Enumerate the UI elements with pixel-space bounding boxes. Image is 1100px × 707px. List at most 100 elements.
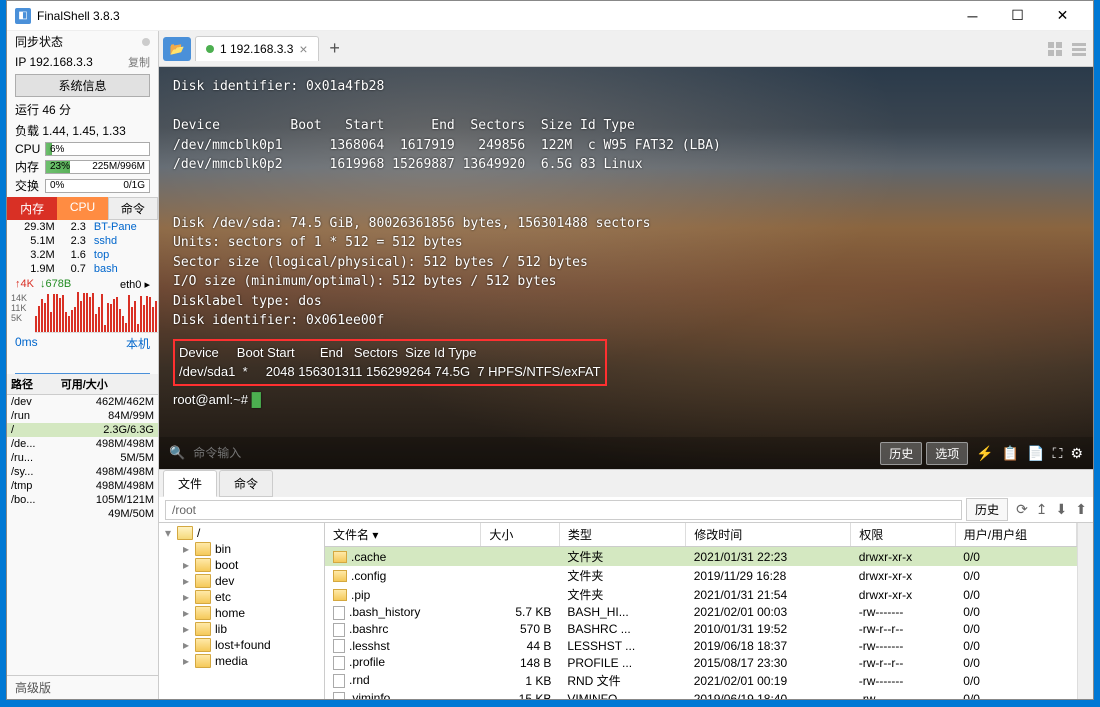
tree-node[interactable]: ▸lib	[179, 621, 322, 637]
disk-row[interactable]: /sy...498M/498M	[7, 465, 158, 479]
file-row[interactable]: .viminfo15 KBVIMINFO...2019/06/19 18:40-…	[325, 690, 1077, 699]
cursor-icon: █	[252, 392, 261, 407]
file-row[interactable]: .pip文件夹2021/01/31 21:54drwxr-xr-x0/0	[325, 585, 1077, 604]
disk-row[interactable]: /dev462M/462M	[7, 395, 158, 410]
net-iface[interactable]: eth0 ▸	[120, 278, 150, 291]
file-row[interactable]: .cache文件夹2021/01/31 22:23drwxr-xr-x0/0	[325, 547, 1077, 567]
tab-mem[interactable]: 内存	[7, 197, 57, 220]
refresh-icon[interactable]: ⟳	[1016, 501, 1028, 518]
disk-row[interactable]: /tmp498M/498M	[7, 479, 158, 493]
add-tab-button[interactable]: +	[323, 37, 347, 61]
process-row[interactable]: 5.1M2.3sshd	[7, 234, 158, 248]
column-header[interactable]: 大小	[481, 523, 559, 547]
mem-meter: 23%225M/996M	[45, 160, 150, 174]
status-dot-icon	[206, 45, 214, 53]
disk-row[interactable]: 49M/50M	[7, 507, 158, 521]
column-header[interactable]: 用户/用户组	[955, 523, 1076, 547]
folder-icon	[195, 654, 211, 668]
process-row[interactable]: 1.9M0.7bash	[7, 262, 158, 276]
sync-status-label: 同步状态	[15, 33, 138, 50]
file-row[interactable]: .bashrc570 BBASHRC ...2010/01/31 19:52-r…	[325, 621, 1077, 638]
tree-root[interactable]: ▾/	[161, 525, 322, 541]
file-row[interactable]: .config文件夹2019/11/29 16:28drwxr-xr-x0/0	[325, 566, 1077, 585]
tab-files[interactable]: 文件	[163, 470, 217, 497]
path-history-button[interactable]: 历史	[966, 498, 1008, 521]
tab-cpu[interactable]: CPU	[57, 197, 107, 220]
copy-icon[interactable]: 📄	[1027, 445, 1044, 462]
terminal-prompt: root@aml:~#	[173, 392, 252, 407]
minimize-button[interactable]: ─	[950, 1, 995, 31]
tree-node[interactable]: ▸boot	[179, 557, 322, 573]
disk-row[interactable]: /ru...5M/5M	[7, 451, 158, 465]
column-header[interactable]: 修改时间	[686, 523, 851, 547]
file-icon	[333, 623, 345, 637]
view-grid-icon[interactable]	[1047, 41, 1063, 57]
path-input[interactable]	[165, 500, 962, 520]
app-logo-icon: ◧	[15, 8, 31, 24]
scrollbar[interactable]	[1077, 523, 1093, 699]
file-icon	[333, 674, 345, 688]
fullscreen-icon[interactable]: ⛶	[1053, 445, 1063, 462]
folder-icon	[177, 526, 193, 540]
process-row[interactable]: 3.2M1.6top	[7, 248, 158, 262]
tab-commands[interactable]: 命令	[219, 470, 273, 497]
tab-cmd[interactable]: 命令	[108, 197, 158, 220]
search-icon[interactable]: 🔍	[169, 445, 185, 461]
column-header[interactable]: 文件名 ▾	[325, 523, 481, 547]
disk-row[interactable]: /run84M/99M	[7, 409, 158, 423]
close-button[interactable]: ✕	[1040, 1, 1085, 31]
options-button[interactable]: 选项	[926, 442, 968, 465]
folder-tree[interactable]: ▾/ ▸bin▸boot▸dev▸etc▸home▸lib▸lost+found…	[159, 523, 325, 699]
file-row[interactable]: .lesshst44 BLESSHST ...2019/06/18 18:37-…	[325, 638, 1077, 655]
folder-icon	[195, 638, 211, 652]
open-folder-button[interactable]: 📂	[163, 37, 191, 61]
edition-label: 高级版	[7, 675, 158, 699]
command-input[interactable]	[193, 446, 876, 460]
tree-node[interactable]: ▸home	[179, 605, 322, 621]
gear-icon[interactable]: ⚙	[1070, 445, 1083, 462]
disk-row[interactable]: /2.3G/6.3G	[7, 423, 158, 437]
column-header[interactable]: 权限	[851, 523, 956, 547]
sync-dot-icon	[142, 38, 150, 46]
swap-label: 交换	[15, 177, 45, 194]
window-title: FinalShell 3.8.3	[37, 9, 950, 23]
tree-node[interactable]: ▸etc	[179, 589, 322, 605]
tree-node[interactable]: ▸dev	[179, 573, 322, 589]
up-level-icon[interactable]: ↥	[1036, 501, 1048, 518]
process-row[interactable]: 29.3M2.3BT-Pane	[7, 220, 158, 234]
folder-icon	[195, 542, 211, 556]
system-info-button[interactable]: 系统信息	[15, 74, 150, 97]
session-tab[interactable]: 1 192.168.3.3 ×	[195, 36, 319, 61]
ping-host[interactable]: 本机	[126, 335, 150, 352]
titlebar: ◧ FinalShell 3.8.3 ─ ☐ ✕	[7, 1, 1093, 31]
net-sparkline	[35, 293, 159, 333]
maximize-button[interactable]: ☐	[995, 1, 1040, 31]
copy-ip-button[interactable]: 复制	[128, 54, 150, 70]
bolt-icon[interactable]: ⚡	[976, 445, 993, 462]
highlighted-output: Device Boot Start End Sectors Size Id Ty…	[173, 339, 607, 386]
terminal[interactable]: Disk identifier: 0x01a4fb28 Device Boot …	[159, 67, 1093, 469]
paste-icon[interactable]: 📋	[1002, 445, 1019, 462]
view-list-icon[interactable]	[1071, 41, 1087, 57]
file-icon	[333, 606, 345, 620]
tree-node[interactable]: ▸bin	[179, 541, 322, 557]
folder-icon	[333, 589, 347, 601]
cpu-meter: 6%	[45, 142, 150, 156]
tree-node[interactable]: ▸media	[179, 653, 322, 669]
net-up: ↑4K	[15, 278, 34, 291]
disk-row[interactable]: /de...498M/498M	[7, 437, 158, 451]
download-icon[interactable]: ⬇	[1056, 501, 1068, 518]
history-button[interactable]: 历史	[880, 442, 922, 465]
file-row[interactable]: .bash_history5.7 KBBASH_HI...2021/02/01 …	[325, 604, 1077, 621]
file-row[interactable]: .rnd1 KBRND 文件2021/02/01 00:19-rw-------…	[325, 671, 1077, 690]
swap-meter: 0%0/1G	[45, 179, 150, 193]
column-header[interactable]: 类型	[559, 523, 685, 547]
net-down: ↓678B	[40, 278, 71, 291]
session-close-icon[interactable]: ×	[299, 41, 307, 57]
disk-row[interactable]: /bo...105M/121M	[7, 493, 158, 507]
upload-icon[interactable]: ⬆	[1075, 501, 1087, 518]
file-list[interactable]: 文件名 ▾大小类型修改时间权限用户/用户组 .cache文件夹2021/01/3…	[325, 523, 1077, 699]
tree-node[interactable]: ▸lost+found	[179, 637, 322, 653]
mem-label: 内存	[15, 158, 45, 175]
file-row[interactable]: .profile148 BPROFILE ...2015/08/17 23:30…	[325, 654, 1077, 671]
